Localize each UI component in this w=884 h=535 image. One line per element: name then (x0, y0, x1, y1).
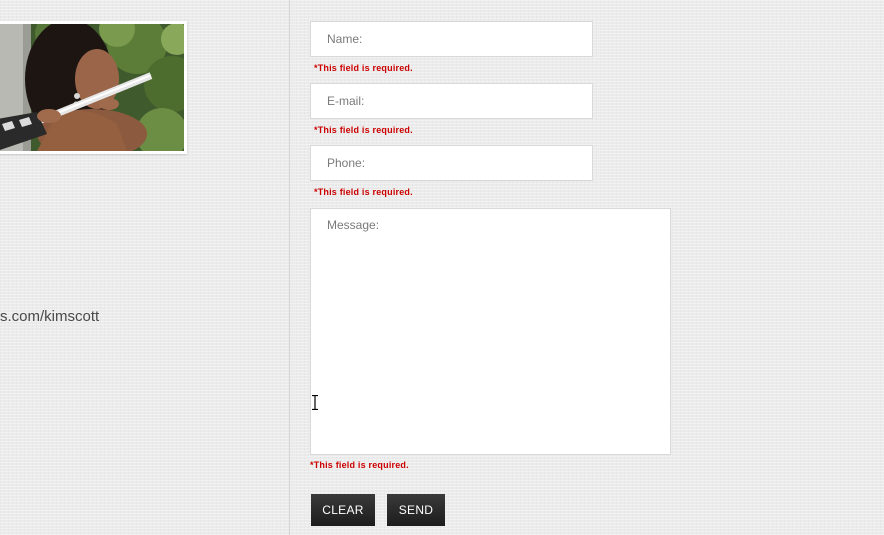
email-required-error: *This field is required. (314, 125, 413, 135)
message-textarea[interactable] (310, 208, 671, 455)
profile-photo (0, 24, 184, 151)
phone-input[interactable] (310, 145, 593, 181)
column-divider (289, 0, 290, 535)
i-beam-cursor-icon (311, 394, 319, 411)
phone-required-error: *This field is required. (314, 187, 413, 197)
message-required-error: *This field is required. (310, 460, 409, 470)
profile-link[interactable]: s.com/kimscott (0, 308, 99, 325)
send-button[interactable]: SEND (387, 494, 445, 526)
email-input[interactable] (310, 83, 593, 119)
clear-button[interactable]: CLEAR (311, 494, 375, 526)
name-input[interactable] (310, 21, 593, 57)
profile-photo-frame (0, 21, 187, 154)
name-required-error: *This field is required. (314, 63, 413, 73)
